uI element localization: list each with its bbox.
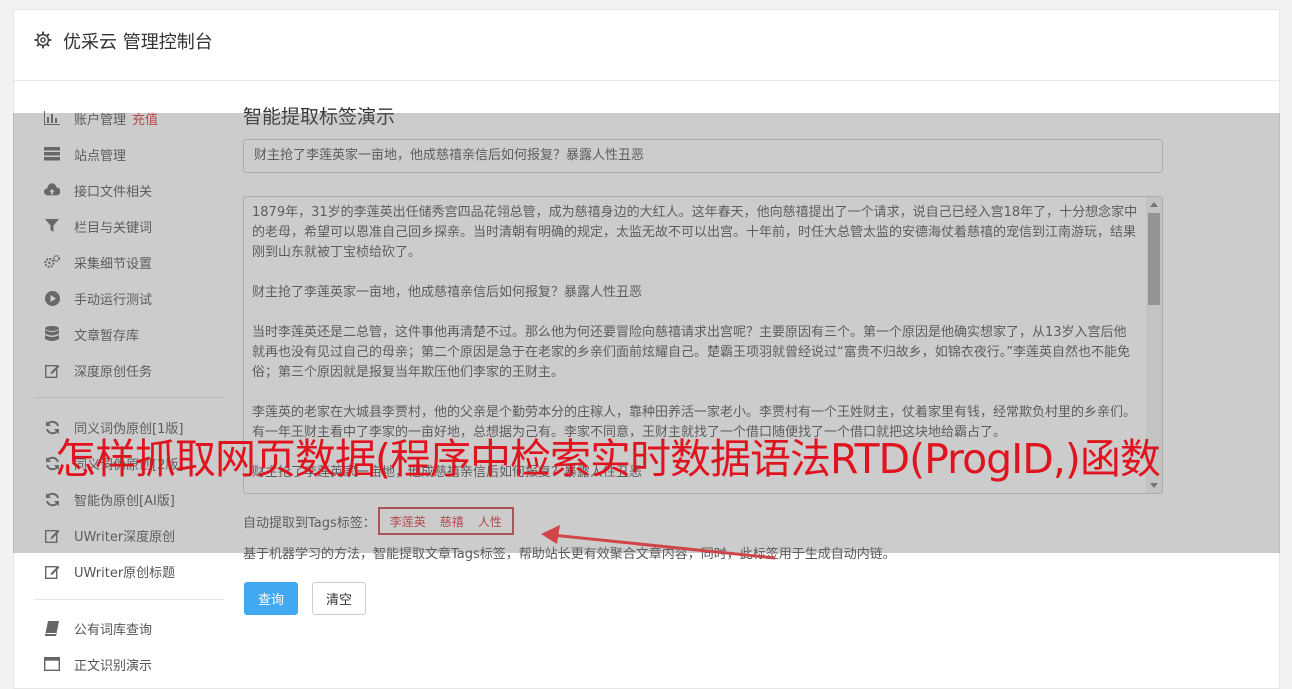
sidebar-item-synonym-v1[interactable]: 同义词伪原创[1版]	[44, 416, 183, 438]
sidebar-item-uwriter-deep[interactable]: UWriter深度原创	[44, 524, 175, 546]
recharge-link[interactable]: 充值	[132, 109, 158, 128]
sidebar-item-label: 同义词伪原创[1版]	[74, 421, 184, 437]
sidebar-item-label: 账户管理	[74, 112, 127, 128]
article-content-text: 1879年，31岁的李莲英出任储秀宫四品花翎总管，成为慈禧身边的大红人。这年春天…	[244, 197, 1146, 493]
content-paragraph: 财主抢了李莲英家一亩地，他成慈禧亲信后如何报复？暴露人性丑恶	[252, 285, 643, 300]
sidebar-item-article-store[interactable]: 文章暂存库	[44, 323, 139, 345]
scroll-down-arrow-icon[interactable]	[1150, 483, 1158, 488]
tags-row: 自动提取到Tags标签： 李莲英 慈禧 人性	[243, 506, 514, 536]
sidebar-item-label: 接口文件相关	[74, 184, 153, 200]
sidebar-item-account[interactable]: 账户管理 充值	[44, 107, 158, 129]
window-icon	[44, 656, 60, 672]
content-paragraph: 1879年，31岁的李莲英出任储秀宫四品花翎总管，成为慈禧身边的大红人。这年春天…	[252, 205, 1138, 260]
bar-chart-icon	[44, 110, 60, 126]
sidebar-item-manual-run[interactable]: 手动运行测试	[44, 287, 152, 309]
sidebar-item-label: 公有词库查询	[74, 622, 153, 638]
scroll-up-arrow-icon[interactable]	[1150, 202, 1158, 207]
server-icon	[44, 146, 60, 162]
tag: 人性	[477, 514, 502, 529]
sidebar-item-label: 站点管理	[74, 148, 127, 164]
content-paragraph: 李莲英的老家在大城县李贾村，他的父亲是个勤劳本分的庄稼人，靠种田养活一家老小。李…	[252, 405, 1137, 440]
sidebar-item-collect-settings[interactable]: 采集细节设置	[44, 251, 152, 273]
article-title-input[interactable]: 财主抢了李莲英家一亩地，他成慈禧亲信后如何报复？暴露人性丑恶	[243, 139, 1163, 173]
scroll-thumb[interactable]	[1148, 213, 1160, 305]
sidebar-item-columns[interactable]: 栏目与关键词	[44, 215, 152, 237]
sidebar-divider	[34, 599, 224, 600]
sidebar-item-label: UWriter深度原创	[74, 529, 176, 545]
sidebar-item-label: 正文识别演示	[74, 658, 153, 674]
section-title: 智能提取标签演示	[243, 106, 396, 128]
sidebar-item-interface[interactable]: 接口文件相关	[44, 179, 152, 201]
tags-label: 自动提取到Tags标签：	[243, 515, 376, 531]
sidebar-item-label: UWriter原创标题	[74, 565, 176, 581]
content-paragraph: 当时李莲英还是二总管，这件事他再清楚不过。那么他为何还要冒险向慈禧请求出宫呢？主…	[252, 325, 1130, 380]
sidebar-item-label: 智能伪原创[AI版]	[74, 493, 175, 509]
clear-button[interactable]: 清空	[312, 582, 366, 615]
content-scrollbar[interactable]	[1146, 197, 1162, 493]
sidebar-item-label: 栏目与关键词	[74, 220, 153, 236]
edit-icon	[44, 563, 60, 579]
tag: 李莲英	[389, 514, 426, 529]
page-title: 优采云 管理控制台	[63, 32, 213, 53]
gear-icon	[34, 31, 52, 49]
sidebar-item-uwriter-title[interactable]: UWriter原创标题	[44, 560, 175, 582]
content-paragraph: 财主抢了李莲英家一亩地，他成慈禧亲信后如何报复？暴露人性丑恶	[252, 465, 643, 480]
refresh-icon	[44, 419, 60, 435]
sidebar-item-label: 文章暂存库	[74, 328, 140, 344]
sidebar-item-public-lexicon[interactable]: 公有词库查询	[44, 617, 152, 639]
sidebar-item-label: 深度原创任务	[74, 364, 153, 380]
edit-icon	[44, 527, 60, 543]
help-text: 基于机器学习的方法，智能提取文章Tags标签，帮助站长更有效聚合文章内容，同时，…	[243, 547, 896, 562]
play-circle-icon	[44, 290, 60, 306]
query-button[interactable]: 查询	[244, 582, 298, 615]
cogs-icon	[44, 254, 60, 270]
tags-box: 李莲英 慈禧 人性	[377, 507, 514, 535]
article-content-textarea[interactable]: 1879年，31岁的李莲英出任储秀宫四品花翎总管，成为慈禧身边的大红人。这年春天…	[243, 196, 1163, 494]
refresh-icon	[44, 455, 60, 471]
cloud-upload-icon	[44, 182, 60, 198]
filter-icon	[44, 218, 60, 234]
sidebar-item-text-recognition[interactable]: 正文识别演示	[44, 653, 152, 675]
sidebar-item-sites[interactable]: 站点管理	[44, 143, 126, 165]
refresh-icon	[44, 491, 60, 507]
sidebar-item-synonym-v2[interactable]: 同义词伪原创[2版]	[44, 452, 183, 474]
sidebar-item-label: 同义词伪原创[2版]	[74, 457, 184, 473]
sidebar-divider	[34, 397, 224, 398]
sidebar-item-label: 采集细节设置	[74, 256, 153, 272]
edit-icon	[44, 362, 60, 378]
book-icon	[44, 620, 60, 636]
database-icon	[44, 326, 60, 342]
sidebar-item-ai-rewrite[interactable]: 智能伪原创[AI版]	[44, 488, 175, 510]
tag: 慈禧	[439, 514, 464, 529]
sidebar-item-deep-original[interactable]: 深度原创任务	[44, 359, 152, 381]
header: 优采云 管理控制台	[14, 10, 1279, 81]
sidebar-item-label: 手动运行测试	[74, 292, 153, 308]
